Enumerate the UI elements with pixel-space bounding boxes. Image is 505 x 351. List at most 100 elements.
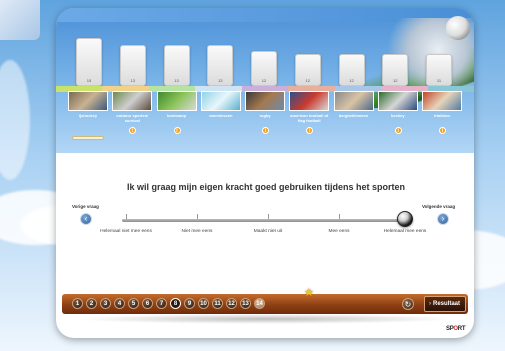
page-number-button[interactable]: 9 [184, 298, 195, 309]
info-icon[interactable]: i [394, 127, 402, 134]
sport-label: bergbeklimmen [338, 113, 369, 118]
page-number-button[interactable]: 8 [170, 298, 181, 309]
scale-label: Niet mee eens [181, 229, 213, 234]
sport-item[interactable]: zwemlessen [200, 91, 241, 139]
info-icon[interactable]: i [173, 127, 181, 134]
page-number-button[interactable]: 6 [142, 298, 153, 309]
sport-label: triathlon [434, 113, 450, 118]
sport-item[interactable]: hockey i [377, 91, 418, 139]
score-bar-column: 12 [337, 26, 367, 86]
sport-item[interactable]: bergbeklimmen [333, 91, 374, 139]
sport-item[interactable]: american football of flag football i [289, 91, 330, 139]
sport-item[interactable]: bootcamp i [156, 91, 197, 139]
sport-label: bootcamp [166, 113, 187, 118]
score-bar: 11 [426, 54, 452, 86]
sport-thumbnail [422, 91, 462, 111]
page-number-button[interactable]: 7 [156, 298, 167, 309]
sport-thumbnail [112, 91, 153, 111]
refresh-icon[interactable]: ↻ [402, 298, 414, 310]
score-bar-column: 13 [162, 26, 192, 86]
sport-label: rugby [259, 113, 271, 118]
sport-thumbnail [156, 91, 197, 111]
page-number-button[interactable]: 3 [100, 298, 111, 309]
score-bar-column: 13 [118, 26, 148, 86]
page-number-button[interactable]: 5 [128, 298, 139, 309]
sport-item[interactable]: outdoor sporten/ survival i [112, 91, 153, 139]
answer-slider-track[interactable] [122, 219, 412, 222]
slider-tick [339, 214, 340, 219]
score-bar: 13 [207, 45, 234, 86]
corner-tab [0, 0, 40, 40]
info-icon[interactable]: i [129, 127, 137, 134]
score-bar: 12 [294, 54, 321, 86]
info-icon[interactable]: i [439, 127, 446, 134]
slider-tick [268, 214, 269, 219]
sport-thumbnail [200, 91, 241, 111]
sport-item[interactable]: rugby i [245, 91, 285, 139]
scale-label: Helemaal niet mee eens [100, 229, 152, 234]
sport-thumbnail [68, 91, 108, 111]
score-bar-column: 15 [74, 26, 104, 86]
sport-thumbnail [333, 91, 374, 111]
scale-label: Helemaal mee eens [383, 229, 427, 234]
score-bar-value: 12 [393, 78, 398, 83]
score-bar: 12 [382, 54, 409, 86]
score-bar-value: 12 [305, 78, 310, 83]
slider-tick [197, 214, 198, 219]
sport-strip: ijshockey outdoor sporten/ survival i bootc… [68, 91, 462, 139]
sport-thumbnail [245, 91, 285, 111]
prev-question-button[interactable]: ‹ [80, 213, 92, 225]
page-number-button[interactable]: 10 [198, 298, 209, 309]
sport-label: american football of flag football [290, 113, 329, 123]
score-bar-value: 15 [86, 78, 92, 83]
score-bar-value: 13 [130, 78, 135, 83]
sport-label: ijshockey [78, 113, 98, 118]
scale-label: Maakt niet uit [253, 229, 283, 234]
bottom-shadow [76, 314, 456, 324]
result-button[interactable]: › Resultaat [424, 296, 466, 312]
score-bar-value: 12 [349, 78, 354, 83]
slider-tick [126, 214, 127, 219]
page-number-button[interactable]: 14 [254, 298, 265, 309]
page-number-button[interactable]: 11 [212, 298, 223, 309]
score-bar-value: 13 [174, 78, 179, 83]
info-icon[interactable]: i [262, 127, 269, 134]
page-number-button[interactable]: 13 [240, 298, 251, 309]
info-icon[interactable]: i [306, 127, 314, 134]
score-bar-column: 12 [249, 26, 279, 86]
question-text: Ik wil graag mijn eigen kracht goed gebr… [126, 182, 406, 192]
score-bar: 13 [119, 45, 146, 86]
score-bars: 15 13 13 13 12 12 12 12 11 [74, 26, 454, 86]
slider-handle-ball[interactable] [397, 211, 413, 227]
scale-label: Mee eens [328, 229, 350, 234]
score-bar-value: 13 [218, 78, 223, 83]
score-bar: 12 [338, 54, 365, 86]
page-number-button[interactable]: 2 [86, 298, 97, 309]
sport-thumbnail [377, 91, 418, 111]
chevron-right-icon: › [429, 301, 431, 307]
sport-item[interactable]: triathlon i [422, 91, 462, 139]
score-bar-column: 12 [293, 26, 323, 86]
score-bar-value: 12 [261, 78, 267, 83]
score-bar-column: 11 [424, 26, 454, 86]
sport-item[interactable]: ijshockey [68, 91, 108, 139]
page-number-button[interactable]: 1 [72, 298, 83, 309]
sport-label: outdoor sporten/ survival [116, 113, 149, 123]
next-question-label: Volgende vraag [422, 204, 456, 209]
score-bar-value: 11 [436, 78, 442, 83]
sport-label: hockey [390, 113, 405, 118]
next-question-button[interactable]: › [437, 213, 449, 225]
star-icon: ★ [304, 287, 314, 299]
question-navigation-bar: 1 2 3 4 5 6 7 8 9 10 11 12 13 14 ★ ↻ › Resultaat [62, 287, 468, 314]
score-bar-column: 13 [205, 26, 235, 86]
quiz-card: 15 13 13 13 12 12 12 12 11 ijshockey outdoor spor… [56, 8, 474, 338]
score-bar: 12 [251, 51, 277, 86]
sport-label: zwemlessen [209, 113, 233, 118]
page-number-button[interactable]: 12 [226, 298, 237, 309]
sport-thumbnail [289, 91, 330, 111]
strip-tab[interactable] [72, 136, 104, 140]
score-bar: 15 [76, 38, 102, 86]
score-bar-column: 12 [380, 26, 410, 86]
page-number-button[interactable]: 4 [114, 298, 125, 309]
score-bar: 13 [163, 45, 190, 86]
